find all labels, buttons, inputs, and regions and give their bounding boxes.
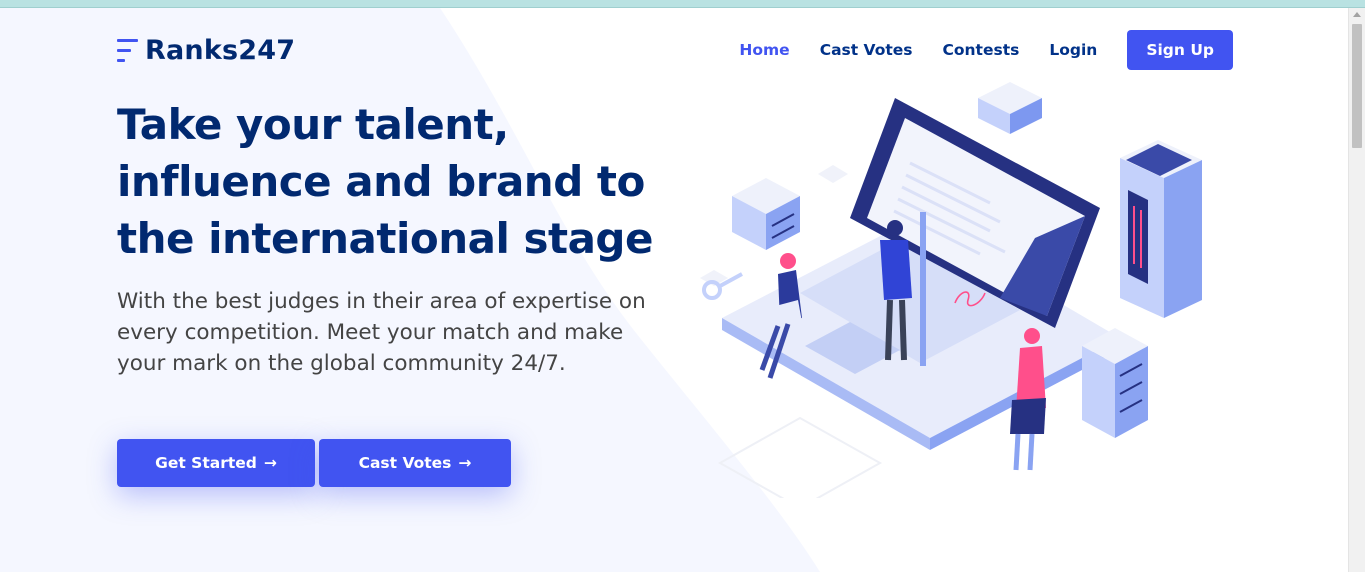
main-nav: Home Cast Votes Contests Login Sign Up xyxy=(709,30,1233,70)
server-stack-right-bottom xyxy=(1082,328,1148,438)
scroll-up-icon[interactable] xyxy=(1353,12,1361,17)
brand-logo[interactable]: Ranks247 xyxy=(117,35,295,66)
scrollbar-thumb[interactable] xyxy=(1352,24,1362,148)
get-started-label: Get Started xyxy=(155,454,257,472)
server-stack-top xyxy=(978,82,1042,134)
nav-cast-votes[interactable]: Cast Votes xyxy=(820,41,913,59)
nav-contests[interactable]: Contests xyxy=(943,41,1020,59)
hero-subtext: With the best judges in their area of ex… xyxy=(117,289,646,376)
floor-tile-outline xyxy=(717,416,883,498)
arrow-right-icon: → xyxy=(263,454,277,472)
cast-votes-button[interactable]: Cast Votes → xyxy=(319,439,511,487)
browser-top-strip xyxy=(0,0,1365,8)
hero-illustration xyxy=(700,82,1202,498)
hero-headline: Take your talent, influence and brand to… xyxy=(117,96,677,267)
arrow-right-icon: → xyxy=(458,454,472,472)
nav-home[interactable]: Home xyxy=(739,41,789,59)
headline-line: Take your talent, xyxy=(117,100,509,149)
headline-line: the international stage xyxy=(117,214,653,263)
nav-login[interactable]: Login xyxy=(1049,41,1097,59)
get-started-button[interactable]: Get Started → xyxy=(117,439,315,487)
cast-votes-label: Cast Votes xyxy=(358,454,452,472)
logo-mark-icon xyxy=(117,37,139,65)
server-stack-left xyxy=(732,178,800,250)
page-viewport: Ranks247 Home Cast Votes Contests Login … xyxy=(0,8,1348,572)
vertical-scrollbar[interactable] xyxy=(1348,8,1365,572)
server-tower-right xyxy=(1120,140,1202,318)
signup-button[interactable]: Sign Up xyxy=(1127,30,1233,70)
headline-line: influence and brand to xyxy=(117,157,645,206)
brand-name: Ranks247 xyxy=(145,35,296,66)
floating-tile xyxy=(818,165,848,183)
